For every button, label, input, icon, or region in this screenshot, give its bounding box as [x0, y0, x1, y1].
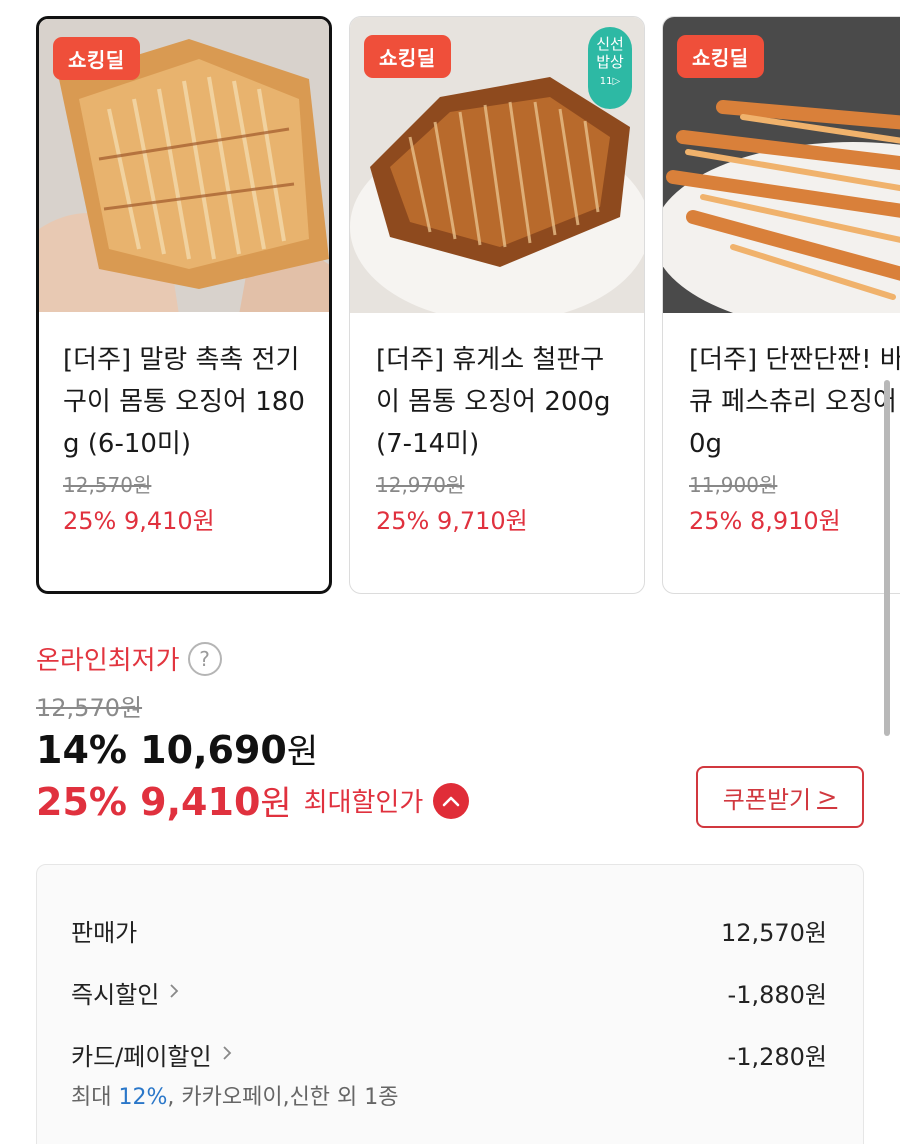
product-card-3[interactable]: 쇼킹딜 [더주] 단짠단짠! 바베큐 페스츄리 오징어 200g 11,900원…	[662, 16, 900, 594]
price-summary: 온라인최저가 ? 12,570원 14% 10,690원 25% 9,410원 …	[36, 636, 866, 856]
lowest-price-label-group: 온라인최저가 ?	[36, 640, 222, 677]
lowest-price-label: 온라인최저가	[36, 646, 180, 676]
shocking-deal-badge: 쇼킹딜	[53, 37, 140, 80]
breakdown-value: -1,880원	[727, 981, 827, 1009]
max-discount-value-group: 25% 9,410원	[36, 776, 292, 825]
sale-price: 25% 9,710원	[376, 507, 528, 535]
sale-price: 25% 9,410원	[63, 507, 215, 535]
max-discount-price: 25% 9,410원 최대할인가	[36, 776, 470, 825]
breakdown-label-group: 즉시할인	[71, 975, 179, 1010]
coupon-button-label: 쿠폰받기	[722, 785, 812, 814]
sale-price: 25% 8,910원	[689, 507, 841, 535]
product-name[interactable]: [더주] 휴게소 철판구이 몸통 오징어 200g(7-14미)	[376, 339, 626, 465]
product-card-2[interactable]: 쇼킹딜 신선 밥상 11▷ [더주] 휴게소 철판구이 몸통 오징어 200g(…	[349, 16, 645, 594]
fresh-badge-line2: 밥상	[596, 53, 624, 71]
original-price: 12,970원	[376, 473, 465, 497]
price-breakdown: 판매가 12,570원 즉시할인 -1,880원 카드/페이할인 -1,280원…	[36, 864, 864, 1144]
original-price: 12,570원	[36, 694, 143, 722]
card-note-percent: 12%	[118, 1085, 168, 1110]
get-coupon-button[interactable]: 쿠폰받기 >	[696, 766, 864, 828]
breakdown-label: 판매가	[71, 919, 138, 947]
product-name[interactable]: [더주] 말랑 촉촉 전기구이 몸통 오징어 180g (6-10미)	[63, 339, 313, 465]
breakdown-label: 즉시할인	[71, 981, 160, 1009]
product-name[interactable]: [더주] 단짠단짠! 바베큐 페스츄리 오징어 200g	[689, 339, 900, 465]
question-icon[interactable]: ?	[187, 641, 222, 676]
fresh-badge-line1: 신선	[596, 35, 624, 53]
breakdown-row-instant-discount[interactable]: 즉시할인 -1,880원	[71, 975, 827, 1010]
card-discount-note: 최대 12%, 카카오페이,신한 외 1종	[71, 1079, 399, 1111]
discounted-price: 14% 10,690원	[36, 724, 318, 773]
page-scrollbar[interactable]	[884, 380, 890, 736]
breakdown-value: -1,280원	[727, 1043, 827, 1071]
shocking-deal-badge: 쇼킹딜	[677, 35, 764, 78]
original-price: 11,900원	[689, 473, 778, 497]
breakdown-value: 12,570원	[720, 919, 827, 947]
fresh-table-badge: 신선 밥상 11▷	[588, 27, 632, 109]
currency-unit: 원	[286, 732, 319, 772]
discounted-price-value: 14% 10,690	[36, 728, 287, 772]
breakdown-label-group: 카드/페이할인	[71, 1037, 232, 1072]
chevron-right-icon	[169, 980, 179, 1005]
chevron-right-icon	[222, 1042, 232, 1067]
fresh-badge-line3: 11▷	[599, 76, 621, 87]
breakdown-row-sale-price: 판매가 12,570원	[71, 913, 827, 948]
currency-unit: 원	[260, 784, 292, 824]
max-discount-value: 25% 9,410	[36, 780, 261, 824]
chevron-up-icon[interactable]	[433, 782, 470, 819]
card-note-suffix: , 카카오페이,신한 외 1종	[167, 1085, 399, 1110]
original-price: 12,570원	[63, 473, 152, 497]
breakdown-row-card-discount[interactable]: 카드/페이할인 -1,280원	[71, 1037, 827, 1072]
max-discount-label: 최대할인가	[303, 788, 424, 818]
shocking-deal-badge: 쇼킹딜	[364, 35, 451, 78]
chevron-right-icon: >	[817, 783, 838, 811]
product-card-1[interactable]: 쇼킹딜 [더주] 말랑 촉촉 전기구이 몸통 오징어 180g (6-10미) …	[36, 16, 332, 594]
breakdown-label: 카드/페이할인	[71, 1043, 212, 1071]
related-products-carousel[interactable]: 쇼킹딜 [더주] 말랑 촉촉 전기구이 몸통 오징어 180g (6-10미) …	[0, 0, 900, 600]
card-note-prefix: 최대	[71, 1085, 119, 1110]
